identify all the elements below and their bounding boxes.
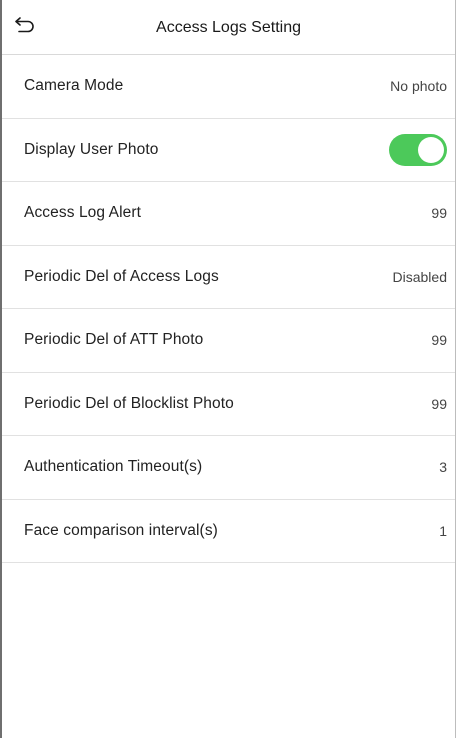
setting-row-display-user-photo[interactable]: Display User Photo xyxy=(2,119,455,182)
setting-label: Access Log Alert xyxy=(24,204,142,222)
setting-value: No photo xyxy=(390,78,447,95)
setting-label: Periodic Del of Blocklist Photo xyxy=(24,394,234,412)
setting-label: Display User Photo xyxy=(24,140,159,158)
setting-row-face-comparison-interval[interactable]: Face comparison interval(s) 1 xyxy=(2,500,455,563)
setting-label: Authentication Timeout(s) xyxy=(24,458,203,476)
page-title: Access Logs Setting xyxy=(156,19,301,36)
setting-label: Camera Mode xyxy=(24,77,124,95)
header-bar: Access Logs Setting xyxy=(2,0,455,55)
back-arrow-icon xyxy=(15,16,35,39)
setting-row-access-log-alert[interactable]: Access Log Alert 99 xyxy=(2,182,455,246)
setting-value: 99 xyxy=(431,205,447,222)
setting-row-camera-mode[interactable]: Camera Mode No photo xyxy=(2,55,455,119)
screen: Access Logs Setting Camera Mode No photo… xyxy=(0,0,456,738)
settings-list: Camera Mode No photo Display User Photo … xyxy=(2,55,455,563)
back-button[interactable] xyxy=(12,14,38,40)
setting-row-authentication-timeout[interactable]: Authentication Timeout(s) 3 xyxy=(2,436,455,500)
setting-label: Periodic Del of ATT Photo xyxy=(24,331,204,349)
setting-value: 99 xyxy=(431,332,447,349)
setting-value: Disabled xyxy=(392,268,447,285)
setting-row-periodic-del-blocklist-photo[interactable]: Periodic Del of Blocklist Photo 99 xyxy=(2,373,455,436)
setting-label: Periodic Del of Access Logs xyxy=(24,267,219,285)
display-user-photo-toggle[interactable] xyxy=(389,133,447,166)
setting-label: Face comparison interval(s) xyxy=(24,521,218,539)
setting-value: 3 xyxy=(439,459,447,476)
toggle-knob xyxy=(418,136,444,163)
setting-value: 99 xyxy=(431,395,447,412)
setting-row-periodic-del-access-logs[interactable]: Periodic Del of Access Logs Disabled xyxy=(2,246,455,309)
setting-row-periodic-del-att-photo[interactable]: Periodic Del of ATT Photo 99 xyxy=(2,309,455,373)
setting-value: 1 xyxy=(439,522,447,539)
